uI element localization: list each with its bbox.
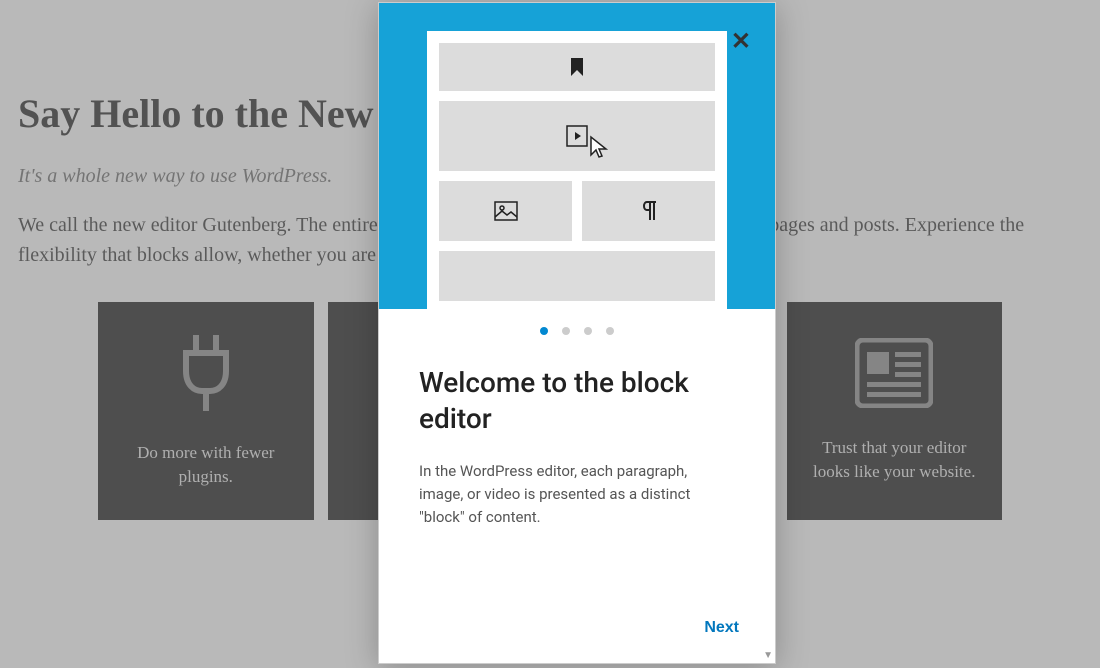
step-dot-4[interactable] (606, 327, 614, 335)
modal-body: Welcome to the block editor In the WordP… (379, 309, 775, 619)
modal-footer: Next (379, 619, 775, 663)
step-dot-3[interactable] (584, 327, 592, 335)
mock-block-bookmark (439, 43, 715, 91)
cursor-icon (588, 135, 610, 165)
modal-title: Welcome to the block editor (419, 365, 735, 438)
pilcrow-icon (640, 200, 658, 222)
welcome-modal: ▲ ▼ ✕ (378, 2, 776, 664)
next-button[interactable]: Next (704, 619, 739, 637)
close-button[interactable]: ✕ (731, 29, 751, 53)
bookmark-icon (569, 57, 585, 77)
modal-text: In the WordPress editor, each paragraph,… (419, 460, 735, 530)
mock-block-video (439, 101, 715, 171)
mock-block-paragraph (582, 181, 715, 241)
step-dot-2[interactable] (562, 327, 570, 335)
step-indicator (419, 327, 735, 335)
step-dot-1[interactable] (540, 327, 548, 335)
mock-device (427, 31, 727, 309)
play-icon (566, 125, 588, 147)
modal-illustration: ✕ (379, 3, 775, 309)
mock-block-empty (439, 251, 715, 301)
mock-block-image (439, 181, 572, 241)
image-icon (494, 201, 518, 221)
scroll-down-arrow[interactable]: ▼ (763, 650, 773, 661)
